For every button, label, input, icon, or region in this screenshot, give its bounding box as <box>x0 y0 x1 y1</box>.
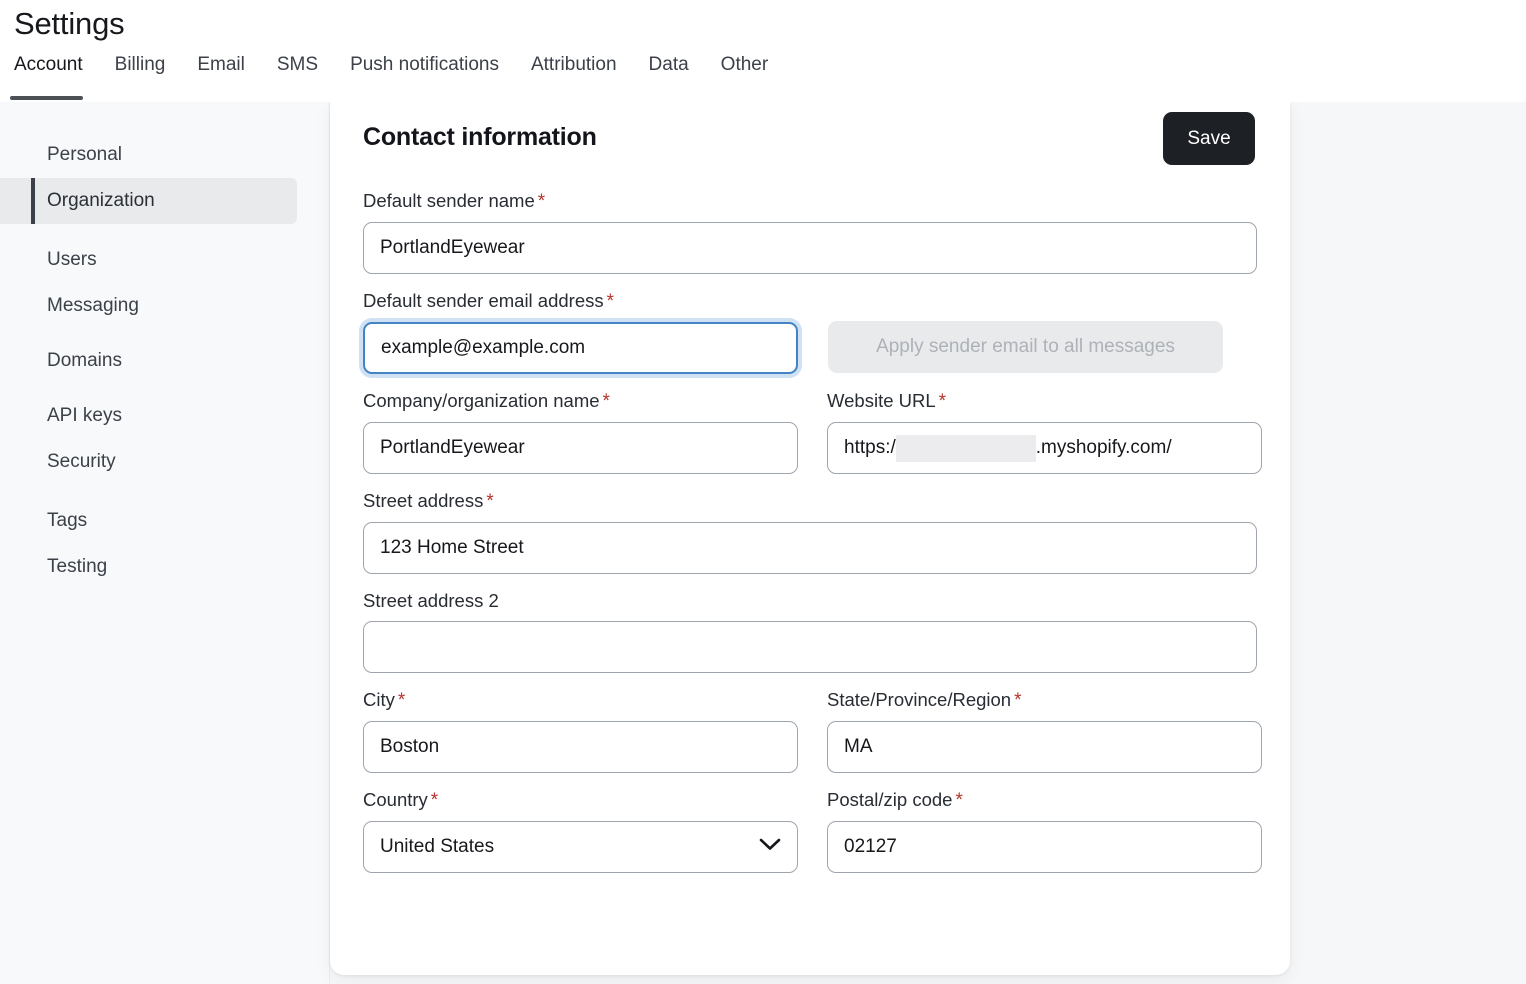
sidebar-item-tags[interactable]: Tags <box>0 498 297 544</box>
field-state: State/Province/Region* MA <box>827 689 1262 773</box>
required-asterisk: * <box>603 391 610 412</box>
required-asterisk: * <box>538 191 545 212</box>
sidebar-item-personal[interactable]: Personal <box>0 132 297 178</box>
required-asterisk: * <box>486 491 493 512</box>
sidebar-divider-3 <box>0 384 329 393</box>
label-postal-code: Postal/zip code* <box>827 789 1262 812</box>
label-street-address: Street address* <box>363 490 1257 513</box>
field-website-url: Website URL* https:/ .myshopify.com/ <box>827 390 1262 474</box>
save-button[interactable]: Save <box>1163 112 1255 165</box>
tab-email[interactable]: Email <box>197 50 266 80</box>
settings-tabbar: Account Billing Email SMS Push notificat… <box>10 50 800 80</box>
sidebar-item-users[interactable]: Users <box>0 237 297 283</box>
required-asterisk: * <box>955 790 962 811</box>
label-state: State/Province/Region* <box>827 689 1262 712</box>
label-country: Country* <box>363 789 798 812</box>
sidebar-item-security[interactable]: Security <box>0 439 297 485</box>
sidebar-item-domains[interactable]: Domains <box>0 338 297 384</box>
apply-sender-email-button[interactable]: Apply sender email to all messages <box>828 321 1223 373</box>
label-company-name: Company/organization name* <box>363 390 798 413</box>
input-postal-code[interactable]: 02127 <box>827 821 1262 873</box>
sidebar-item-label: Users <box>47 249 97 271</box>
label-default-sender-email: Default sender email address* <box>363 290 798 313</box>
field-street-address-2: Street address 2 <box>363 590 1257 673</box>
field-company-name: Company/organization name* PortlandEyewe… <box>363 390 798 474</box>
required-asterisk: * <box>939 391 946 412</box>
label-website-url: Website URL* <box>827 390 1262 413</box>
card-header: Contact information Save <box>363 102 1257 190</box>
sidebar-divider-1 <box>0 224 329 237</box>
field-postal-code: Postal/zip code* 02127 <box>827 789 1262 873</box>
field-country: Country* United States <box>363 789 798 873</box>
sidebar-item-label: API keys <box>47 405 122 427</box>
row-company-website: Company/organization name* PortlandEyewe… <box>363 390 1257 474</box>
tab-account[interactable]: Account <box>10 50 104 80</box>
required-asterisk: * <box>431 790 438 811</box>
sidebar-item-label: Security <box>47 451 116 473</box>
input-default-sender-email[interactable]: example@example.com <box>363 322 798 374</box>
tab-attribution[interactable]: Attribution <box>531 50 638 80</box>
input-state[interactable]: MA <box>827 721 1262 773</box>
required-asterisk: * <box>607 291 614 312</box>
workspace: Personal Organization Users Messaging Do… <box>0 102 1526 984</box>
tab-sms[interactable]: SMS <box>277 50 339 80</box>
field-default-sender-name: Default sender name* PortlandEyewear <box>363 190 1257 274</box>
card-title: Contact information <box>363 123 597 152</box>
sidebar-divider-2 <box>0 329 329 338</box>
sidebar-item-api-keys[interactable]: API keys <box>0 393 297 439</box>
row-city-state: City* Boston State/Province/Region* MA <box>363 689 1257 773</box>
input-default-sender-name[interactable]: PortlandEyewear <box>363 222 1257 274</box>
label-default-sender-name: Default sender name* <box>363 190 1257 213</box>
sidebar-item-label: Tags <box>47 510 87 532</box>
settings-sidebar: Personal Organization Users Messaging Do… <box>0 102 330 984</box>
field-default-sender-email: Default sender email address* example@ex… <box>363 290 798 374</box>
contact-information-card: Contact information Save Default sender … <box>330 102 1290 975</box>
sidebar-item-label: Testing <box>47 556 107 578</box>
tab-push-notifications[interactable]: Push notifications <box>350 50 520 80</box>
input-website-url[interactable]: https:/ .myshopify.com/ <box>827 422 1262 474</box>
label-city: City* <box>363 689 798 712</box>
select-country[interactable]: United States <box>363 821 798 873</box>
field-city: City* Boston <box>363 689 798 773</box>
row-sender-email: Default sender email address* example@ex… <box>363 290 1257 374</box>
field-street-address: Street address* 123 Home Street <box>363 490 1257 574</box>
tab-data[interactable]: Data <box>649 50 710 80</box>
page-title: Settings <box>14 6 124 42</box>
input-street-address[interactable]: 123 Home Street <box>363 522 1257 574</box>
row-country-postal: Country* United States Postal/zip code* … <box>363 789 1257 873</box>
country-select-wrapper: United States <box>363 821 798 873</box>
sidebar-item-testing[interactable]: Testing <box>0 544 297 590</box>
sidebar-item-organization[interactable]: Organization <box>0 178 297 224</box>
url-prefix: https:/ <box>844 437 896 459</box>
tab-billing[interactable]: Billing <box>115 50 187 80</box>
tab-other[interactable]: Other <box>721 50 790 80</box>
url-suffix: .myshopify.com/ <box>1036 437 1172 459</box>
sidebar-item-messaging[interactable]: Messaging <box>0 283 297 329</box>
label-street-address-2: Street address 2 <box>363 590 1257 612</box>
input-city[interactable]: Boston <box>363 721 798 773</box>
redacted-domain-block <box>896 435 1036 462</box>
sidebar-item-label: Domains <box>47 350 122 372</box>
sidebar-item-label: Messaging <box>47 295 139 317</box>
input-company-name[interactable]: PortlandEyewear <box>363 422 798 474</box>
required-asterisk: * <box>398 690 405 711</box>
page-header: Settings Account Billing Email SMS Push … <box>0 0 1526 102</box>
sidebar-divider-4 <box>0 485 329 498</box>
sidebar-item-label: Personal <box>47 144 122 166</box>
required-asterisk: * <box>1014 690 1021 711</box>
input-street-address-2[interactable] <box>363 621 1257 673</box>
sidebar-item-label: Organization <box>47 190 155 212</box>
